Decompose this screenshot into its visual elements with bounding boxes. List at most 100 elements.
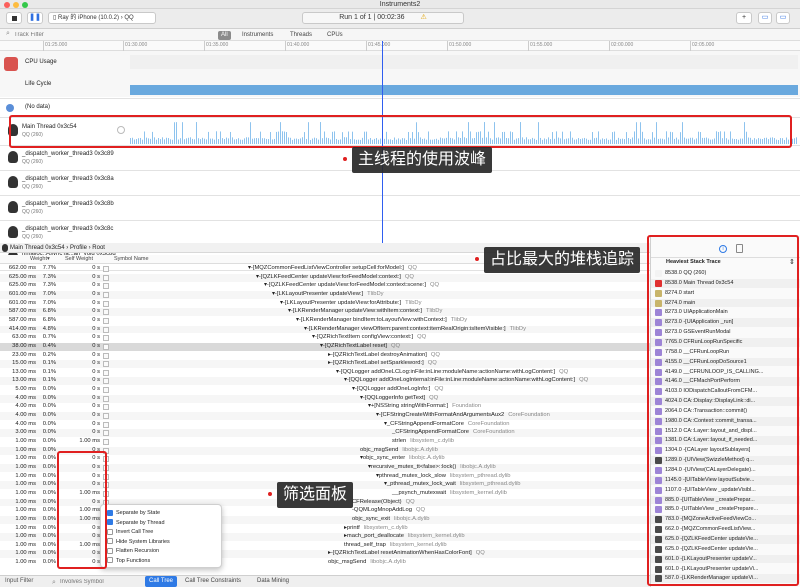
symbol-library: CoreFoundation <box>467 420 510 427</box>
worker-thread-track[interactable]: _dispatch_worker_thread3 0x3c8a QQ (260) <box>0 171 800 195</box>
row-percent: 0.0% <box>42 403 56 410</box>
tab-all[interactable]: All <box>218 31 231 40</box>
table-row[interactable]: 13.00 ms 0.1% 0 s ▾-[QQLogger addOneLCLo… <box>0 369 650 377</box>
table-row[interactable]: 3.00 ms 0.0% 0 s _CFStringAppendFormatCo… <box>0 429 650 438</box>
table-row[interactable]: 4.00 ms 0.0% 0 s ▾-[CFStringCreateWithFo… <box>0 412 650 420</box>
breadcrumb-thread[interactable]: Main Thread 0x3c54 <box>10 245 65 251</box>
tab-call-tree-constraints[interactable]: Call Tree Constraints <box>185 576 241 587</box>
symbol-filter-input[interactable] <box>60 577 140 586</box>
option-checkbox[interactable] <box>107 538 113 545</box>
table-row[interactable]: 4.00 ms 0.0% 0 s ▾-[QQLoggerInfo getText… <box>0 394 650 403</box>
tab-threads[interactable]: Threads <box>290 31 312 40</box>
record-stop-button[interactable] <box>6 12 22 24</box>
input-filter-label: Input Filter <box>5 578 34 584</box>
row-weight: 1.00 ms <box>15 533 36 540</box>
symbol-type-icon <box>103 395 109 402</box>
tab-instruments[interactable]: Instruments <box>242 31 273 40</box>
column-symbol-name[interactable]: Symbol Name <box>114 255 149 264</box>
option-checkbox[interactable] <box>107 557 113 564</box>
timeline-ruler[interactable]: 01:25.000 01:30.000 01:35.000 01:40.000 … <box>0 41 800 51</box>
toggle-detail-button[interactable]: ▭ <box>758 12 772 24</box>
option-checkbox[interactable] <box>107 547 113 554</box>
symbol-name: ▾-[LKRenderManager bindItem:toLayoutView… <box>296 316 447 323</box>
table-row[interactable]: 601.00 ms 7.0% 0 s ▾-[LKLayoutPresenter … <box>0 300 650 308</box>
table-row[interactable]: 15.00 ms 0.1% 0 s ▸-[QZRichTextLabel set… <box>0 360 650 369</box>
row-weight: 38.00 ms <box>12 342 36 349</box>
table-row[interactable]: 5.00 ms 0.0% 0 s ▾-[QQLogger addOneLogIn… <box>0 386 650 394</box>
tab-data-mining[interactable]: Data Mining <box>257 576 289 587</box>
tab-call-tree[interactable]: Call Tree <box>145 576 178 587</box>
tab-cpus[interactable]: CPUs <box>327 31 343 40</box>
cpu-usage-track[interactable]: CPU Usage Life Cycle <box>0 51 800 97</box>
row-symbol: ▾objc_sync_enter libobjc.A.dylib <box>360 455 445 463</box>
pause-button[interactable]: ❚❚ <box>27 12 43 24</box>
symbol-name: ▾-[QZLKFeedCenter updateView:forFeedMode… <box>256 273 401 280</box>
worker-thread-track[interactable]: _dispatch_worker_thread3 0x3c8b QQ (260) <box>0 196 800 220</box>
table-row[interactable]: 414.00 ms 4.8% 0 s ▾-[LKRenderManager vi… <box>0 325 650 334</box>
minimize-window-button[interactable] <box>13 2 19 8</box>
row-percent: 0.0% <box>42 559 56 566</box>
table-row[interactable]: 63.00 ms 0.7% 0 s ▾-[QZRichTextItem conf… <box>0 334 650 342</box>
row-symbol: ▾_CFStringAppendFormatCore CoreFoundation <box>384 421 510 429</box>
table-row[interactable]: 4.00 ms 0.0% 0 s ▾_CFStringAppendFormatC… <box>0 421 650 429</box>
symbol-name: ▾+[NSString stringWithFormat:] <box>368 403 449 410</box>
row-symbol: ▾-[MQZCommonFeedListViewController setup… <box>248 265 417 273</box>
row-symbol: ▸mach_port_deallocate libsystem_kernel.dy… <box>344 533 465 541</box>
table-row[interactable]: 23.00 ms 0.2% 0 s ▸-[QZRichTextLabel des… <box>0 352 650 360</box>
symbol-library: libsystem_pthread.dylib <box>459 481 521 488</box>
row-percent: 7.3% <box>42 282 56 289</box>
table-row[interactable]: 587.00 ms 6.8% 0 s ▾-[LKRenderManager bi… <box>0 317 650 325</box>
zoom-window-button[interactable] <box>22 2 28 8</box>
symbol-name: ▾-[LKLayoutPresenter updateView:] <box>272 290 364 297</box>
symbol-name: ▸printf <box>344 524 360 531</box>
row-symbol: objc_sync_exit libobjc.A.dylib <box>352 516 429 524</box>
row-percent: 0.0% <box>42 446 56 453</box>
symbol-library: libobjc.A.dylib <box>402 446 438 453</box>
symbol-type-icon <box>103 309 109 316</box>
target-selector[interactable]: ▯ Ray 的 iPhone (10.0.2) › QQ <box>48 12 156 24</box>
symbol-library: CoreFoundation <box>508 412 550 419</box>
call-tree-option[interactable]: Invert Call Tree <box>107 528 153 536</box>
close-window-button[interactable] <box>4 2 10 8</box>
symbol-library: QQ <box>475 550 485 557</box>
column-weight[interactable]: Weight▾ <box>30 255 50 264</box>
qq-penguin-icon <box>2 244 8 252</box>
table-row[interactable]: 625.00 ms 7.3% 0 s ▾-[QZLKFeedCenter upd… <box>0 273 650 282</box>
row-symbol: ▸-[QZRichTextLabel destroyAnimation] QQ <box>328 352 440 360</box>
table-row[interactable]: 601.00 ms 7.0% 0 s ▾-[LKLayoutPresenter … <box>0 290 650 299</box>
row-weight: 1.00 ms <box>15 515 36 522</box>
call-tree-option[interactable]: Top Functions <box>107 557 150 565</box>
call-tree-option[interactable]: Separate by Thread <box>107 519 165 527</box>
option-checkbox[interactable] <box>107 519 113 526</box>
table-row[interactable]: 625.00 ms 7.3% 0 s ▾-[QZLKFeedCenter upd… <box>0 282 650 290</box>
option-checkbox[interactable] <box>107 509 113 516</box>
row-percent: 0.0% <box>42 507 56 514</box>
track-filter-input[interactable] <box>14 30 204 40</box>
symbol-library: TlibDy <box>367 290 384 297</box>
column-self-weight[interactable]: Self Weight <box>65 255 93 264</box>
row-weight: 63.00 ms <box>12 334 36 341</box>
breadcrumb-profile[interactable]: Profile <box>70 245 87 251</box>
row-weight: 1.00 ms <box>15 524 36 531</box>
row-percent: 0.4% <box>42 342 56 349</box>
add-instrument-button[interactable]: + <box>736 12 752 24</box>
option-checkbox[interactable] <box>107 528 113 535</box>
call-tree-option[interactable]: Separate by State <box>107 509 160 517</box>
table-row[interactable]: 38.00 ms 0.4% 0 s ▾-[QZRichTextLabel res… <box>0 342 650 351</box>
track-label-cpu-usage: CPU Usage <box>25 59 57 65</box>
table-row[interactable]: 4.00 ms 0.0% 0 s ▾+[NSString stringWithF… <box>0 403 650 411</box>
table-row[interactable]: 1.00 ms 0.0% 1.00 ms strlen libsystem_c.d… <box>0 438 650 446</box>
symbol-library: CoreFoundation <box>473 429 515 436</box>
call-tree-option[interactable]: Flatten Recursion <box>107 547 159 555</box>
toggle-inspector-button[interactable]: ▭ <box>776 12 790 24</box>
table-row[interactable]: 13.00 ms 0.1% 0 s ▾-[QQLogger addOneLogI… <box>0 377 650 386</box>
run-status[interactable]: Run 1 of 1 | 00:02:36 ⚠ <box>302 12 464 24</box>
row-self-weight: 1.00 ms <box>79 438 100 444</box>
table-row[interactable]: 587.00 ms 6.8% 0 s ▾-[LKRenderManager up… <box>0 308 650 317</box>
filter-highlight <box>57 451 107 569</box>
call-tree-option[interactable]: Hide System Libraries <box>107 538 170 546</box>
row-percent: 6.8% <box>42 308 56 315</box>
breadcrumb-root[interactable]: Root <box>92 245 105 251</box>
row-percent: 0.1% <box>42 360 56 367</box>
plus-icon: + <box>741 14 747 21</box>
